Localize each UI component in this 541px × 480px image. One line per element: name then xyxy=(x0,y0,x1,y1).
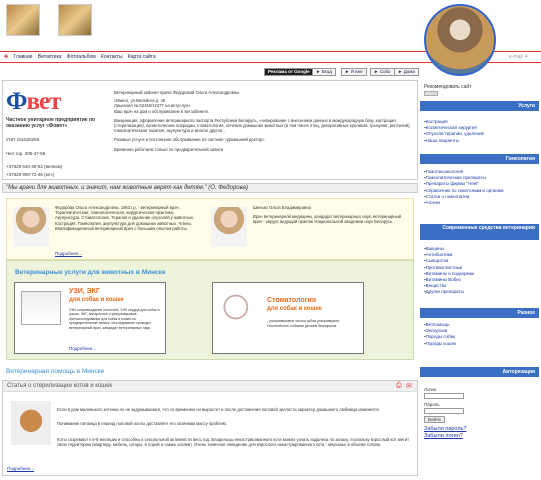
login-label: Логин xyxy=(424,387,437,392)
sidebar-heading-homeopathy: Гомеопатия xyxy=(420,154,539,164)
fovet-logo[interactable]: Фвет xyxy=(6,88,61,116)
sidebar-item-cat-breeds[interactable]: Породы кошек xyxy=(424,341,456,347)
company-hours: Чел.тор. 205-47-59 xyxy=(6,151,46,156)
sidebar-item-pharmacies[interactable]: Аптеки xyxy=(424,200,503,206)
nav-home-icon: ✚ xyxy=(4,54,9,60)
clinic-services-text: Вакцинация, оформление ветеринарного пас… xyxy=(114,117,411,134)
sidebar-item-patients[interactable]: Наши пациенты xyxy=(424,138,484,144)
article-paragraph-1: Если в дом маленького котенка но не заду… xyxy=(57,407,380,412)
doctor-1-avatar xyxy=(13,207,49,247)
card1-more-link[interactable]: Подробнее... xyxy=(69,346,96,351)
ultrasound-icon xyxy=(21,291,61,325)
sidebar-item-dog-breeds[interactable]: Породы собак xyxy=(424,334,456,340)
forgot-password-link[interactable]: Забыли пароль? xyxy=(424,426,466,432)
sidebar-item-other-drugs[interactable]: Другие препараты xyxy=(424,289,474,295)
logo-accent: вет xyxy=(26,88,61,115)
doctor-2-text: Врач ветеринарной медицины, кандидат вет… xyxy=(253,214,401,225)
service-card-ultrasound[interactable]: УЗИ, ЭКГ для собак и кошек УЗИ-сопровожд… xyxy=(14,282,166,354)
article-title: Статья о стерилизации котов и кошек xyxy=(7,383,113,389)
email-icon[interactable]: ✉ xyxy=(406,382,412,390)
sidebar-heading-services: Услуги xyxy=(420,101,539,111)
clinic-intro: Ваш врач на дом и обслуживание в ветзаби… xyxy=(114,108,210,114)
dog-dentistry-icon xyxy=(219,291,261,331)
email-link[interactable]: e-mail ⚘ xyxy=(509,52,529,62)
doctors-panel: Федорова Ольга Александровна, 1963 г.р. … xyxy=(6,198,414,260)
doctor-2-info: Шенько Ольга Владимировна Врач ветеринар… xyxy=(253,205,403,225)
doctor-quote: "Мы врачи для животных, и значит, нам жи… xyxy=(2,183,418,193)
password-label: Пароль xyxy=(424,402,440,407)
sidebar-list-services: Кастрация Косметическая хирургия Опухоли… xyxy=(424,119,485,144)
doctor-1-info: Федорова Ольга Александровна, 1963 г.р. … xyxy=(55,205,200,231)
clinic-info: Ветеринарный кабинет врача Федоровой Оль… xyxy=(114,90,414,152)
sidebar-heading-modern-vet: Современные средства ветеринарии xyxy=(420,224,539,240)
nav-item-home[interactable]: Главная xyxy=(13,54,32,60)
company-unp: УНП 191520269 xyxy=(6,137,40,142)
card1-text: УЗИ-сопровождение полостей, УЗИ сердца д… xyxy=(69,308,160,330)
toolbar-button-1[interactable]: ► Вход xyxy=(312,68,336,76)
sidebar-item-symptoms[interactable]: Справочник по симптомам и органам xyxy=(424,188,504,194)
nav-item-sitemap[interactable]: Карта сайта xyxy=(128,54,156,60)
forgot-login-link[interactable]: Забыли логин? xyxy=(424,433,463,439)
nav-item-photoalbum[interactable]: Фотоальбом xyxy=(67,54,96,60)
card2-text: - ультразвуковое чистка зубов ультразвук… xyxy=(267,319,340,328)
login-button[interactable]: Войти xyxy=(424,416,445,423)
article-paragraph-2: Понимание питомца в период половой охоты… xyxy=(57,421,227,426)
share-icon[interactable] xyxy=(424,91,438,96)
clinic-title: Ветеринарный кабинет врача Федоровой Оль… xyxy=(114,90,240,95)
company-name: Частное унитарное предприятие по оказани… xyxy=(6,117,96,129)
login-input[interactable] xyxy=(424,393,464,399)
sidebar-list-modern-vet: Вакцины Антибиотики Сыворотки Противогли… xyxy=(424,246,474,296)
company-phone-1: +37529 640-30-52 (велком) xyxy=(6,164,63,169)
toolbar-button-2[interactable]: ► Я вне xyxy=(341,68,367,76)
nav-item-contacts[interactable]: Контакты xyxy=(101,54,123,60)
toolbar-button-3[interactable]: ► Собо xyxy=(370,68,395,76)
sidebar-item-tumors[interactable]: Опухоли терапии, удаление xyxy=(424,131,485,137)
thumbnail-image-2[interactable] xyxy=(58,4,92,36)
card1-title: УЗИ, ЭКГ xyxy=(69,288,100,295)
password-input[interactable] xyxy=(424,408,464,414)
doctor-2-name: Шенько Ольга Владимировна xyxy=(253,205,311,210)
vet-help-link[interactable]: Ветеринарная помощь в Минске xyxy=(6,368,104,375)
sidebar-list-misc: Ветпомощь Экскурсии Породы собак Породы … xyxy=(424,322,456,347)
services-title: Ветеринарные услуги для животных в Минск… xyxy=(15,269,166,276)
card2-subtitle: для собак и кошек xyxy=(267,306,322,312)
recommend-site[interactable]: Рекомендовать сайт xyxy=(424,84,472,90)
article-panel: Статья о стерилизации котов и кошек ⎙ ✉ … xyxy=(2,380,418,476)
card1-subtitle: для собак и кошек xyxy=(69,297,124,303)
doctor-1-text: Терапевтическая, гомеопатическая, хирург… xyxy=(55,210,195,231)
article-more-link[interactable]: Подробнее... xyxy=(7,466,34,471)
article-paragraph-3: Коты созревают к 6-8 месяцам и способны … xyxy=(57,437,409,448)
cat-image xyxy=(11,401,51,445)
company-phone-2: +37529 900-72-46 (мтс) xyxy=(6,172,55,177)
doctor-1-more-link[interactable]: Подробнее... xyxy=(55,251,82,256)
thumbnail-image-1[interactable] xyxy=(6,4,40,36)
nav-item-vetapteka[interactable]: Ветаптека xyxy=(38,54,62,60)
google-ads-label: Реклама от Google xyxy=(264,68,314,76)
doctor-photo xyxy=(424,4,496,76)
sidebar-list-homeopathy: Гомотоксикология Гомеопатические препара… xyxy=(424,169,504,206)
doctor-2-avatar xyxy=(211,207,247,247)
sidebar-heading-misc: Разное xyxy=(420,308,539,318)
print-icon[interactable]: ⎙ xyxy=(396,382,402,390)
toolbar-button-4[interactable]: ► Дома xyxy=(394,68,419,76)
sidebar-heading-auth: Авторизация xyxy=(420,367,539,377)
service-card-dentistry[interactable]: Стоматология для собак и кошек - ультраз… xyxy=(212,282,364,354)
clinic-service-plan: Разовые услуги и постоянное обслуживание… xyxy=(114,137,266,143)
clinic-note: Временно работаем только по предваритель… xyxy=(114,146,224,152)
card2-title: Стоматология xyxy=(267,297,316,304)
